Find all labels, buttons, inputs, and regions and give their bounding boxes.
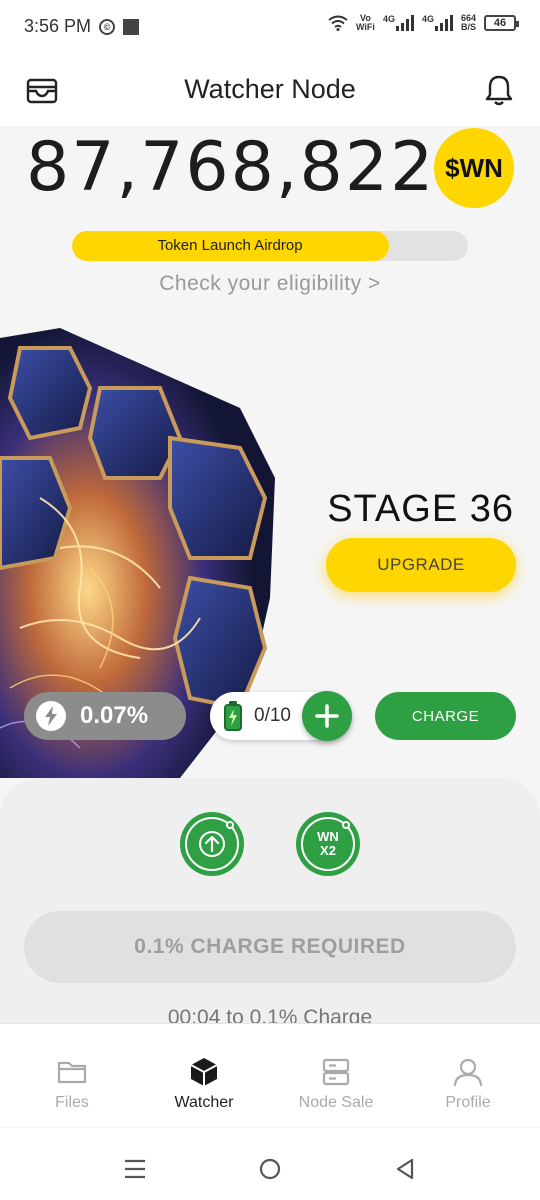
status-bar: 3:56 PM © Vo WiFi 4G 4G 664 B/S 46 [0, 0, 540, 54]
page-title: Watcher Node [184, 74, 356, 104]
menu-icon[interactable] [124, 1158, 146, 1180]
status-icons: Vo WiFi 4G 4G 664 B/S 46 [328, 13, 519, 32]
nav-files[interactable]: Files [6, 1024, 138, 1127]
volte-label: Vo WiFi [356, 13, 375, 32]
nav-node-sale[interactable]: Node Sale [270, 1024, 402, 1127]
bell-icon[interactable] [484, 74, 514, 106]
stage-label: STAGE 36 [327, 488, 514, 530]
battery-pack-count: 0/10 [254, 705, 291, 726]
plus-icon [315, 704, 339, 728]
nav-watcher[interactable]: Watcher [138, 1024, 270, 1127]
status-time: 3:56 PM [24, 16, 92, 36]
bottom-nav: Files Watcher Node Sale Profile [0, 1023, 540, 1127]
wn-coin-icon: $WN [434, 128, 514, 208]
eligibility-text: Check your eligibility [159, 272, 362, 295]
folder-icon [57, 1061, 87, 1084]
boost-wn-x2-button[interactable]: WN X2 [296, 812, 360, 876]
cube-icon [190, 1058, 218, 1086]
nav-node-sale-label: Node Sale [298, 1094, 374, 1111]
arrow-up-icon [199, 831, 225, 857]
status-time-area: 3:56 PM © [24, 16, 140, 37]
battery-icon: 46 [484, 15, 519, 31]
app-header: Watcher Node [0, 54, 540, 126]
back-icon[interactable] [394, 1158, 416, 1180]
check-eligibility-link[interactable]: Check your eligibility > [0, 272, 540, 296]
system-nav-bar [0, 1128, 540, 1200]
home-icon[interactable] [259, 1158, 281, 1180]
nav-profile-label: Profile [445, 1094, 491, 1111]
chevron-right-icon: > [368, 272, 381, 295]
lightning-icon [36, 701, 66, 731]
wifi-icon [328, 15, 348, 31]
airdrop-label: Token Launch Airdrop [157, 237, 303, 254]
airdrop-progress-bar[interactable]: Token Launch Airdrop [72, 231, 468, 261]
battery-pack-icon [224, 701, 242, 731]
mining-rate-value: 0.07% [80, 702, 149, 729]
upgrade-button[interactable]: UPGRADE [326, 538, 516, 592]
server-icon [322, 1058, 350, 1086]
nav-files-label: Files [55, 1094, 89, 1111]
signal-bars-icon [395, 15, 414, 31]
signal-2: 4G [422, 15, 453, 31]
signal-bars-icon [434, 15, 453, 31]
charge-required-button[interactable]: 0.1% CHARGE REQUIRED [24, 911, 516, 983]
battery-pack-pill: 0/10 [210, 691, 352, 741]
notification-icon: © [99, 18, 116, 35]
nav-watcher-label: Watcher [174, 1094, 234, 1111]
add-battery-button[interactable] [302, 691, 352, 741]
person-icon [453, 1058, 483, 1087]
charge-button[interactable]: CHARGE [375, 692, 516, 740]
nav-profile[interactable]: Profile [402, 1024, 534, 1127]
signal-1: 4G [383, 15, 414, 31]
wn-x2-icon: WN X2 [317, 829, 339, 858]
action-panel: WN X2 0.1% CHARGE REQUIRED 00:04 to 0.1%… [0, 778, 540, 1038]
app-notification-icon [123, 18, 140, 35]
token-balance: 87,768,822 [26, 128, 436, 207]
boost-upload-button[interactable] [180, 812, 244, 876]
mining-rate-pill: 0.07% [24, 692, 186, 740]
net-speed: 664 B/S [460, 13, 476, 32]
